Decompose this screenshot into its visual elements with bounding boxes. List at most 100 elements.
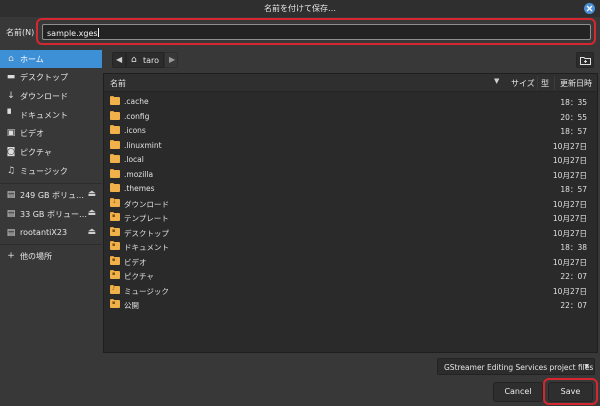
sidebar-item-videos[interactable]: ▣ ビデオ	[0, 124, 102, 142]
cancel-button[interactable]: Cancel	[493, 382, 543, 402]
file-row[interactable]: .icons 18：57	[104, 123, 597, 138]
file-row[interactable]: ↓ ダウンロード 10月27日	[104, 196, 597, 211]
title-bar: 名前を付けて保存…	[0, 0, 600, 17]
file-list[interactable]: 名前 ▼ サイズ 型 更新日時 .cache 18：35 .config 20：55.…	[103, 73, 598, 353]
file-row[interactable]: .linuxmint 10月27日	[104, 138, 597, 153]
sidebar-item-downloads[interactable]: ↓ ダウンロード	[0, 87, 102, 105]
file-name: .linuxmint	[124, 140, 162, 150]
file-row[interactable]: ▪ 公開 22：07	[104, 297, 597, 312]
folder-icon	[110, 168, 120, 178]
sidebar-item-label: 249 GB ボリュ…	[20, 191, 85, 200]
download-icon: ↓	[7, 91, 15, 101]
sidebar-item-label: 33 GB ボリュー…	[20, 210, 87, 219]
folder-icon	[110, 183, 120, 192]
file-name: テンプレート	[124, 214, 169, 223]
save-button[interactable]: Save	[548, 382, 593, 402]
filename-input[interactable]: sample.xges	[42, 24, 591, 40]
column-name[interactable]: 名前	[110, 78, 126, 89]
folder-icon	[110, 125, 120, 134]
file-row[interactable]: ▪ ビデオ 10月27日	[104, 254, 597, 269]
sidebar-item-volume-3[interactable]: ▤ rootantiX23 ⏏	[0, 224, 102, 242]
file-modified: 10月27日	[552, 170, 587, 180]
sidebar-item-volume-2[interactable]: ▤ 33 GB ボリュー… ⏏	[0, 205, 102, 223]
eject-icon[interactable]: ⏏	[87, 208, 96, 218]
file-row[interactable]: .themes 18：57	[104, 181, 597, 196]
filename-value: sample.xges	[47, 29, 98, 38]
sidebar-item-volume-1[interactable]: ▤ 249 GB ボリュ… ⏏	[0, 186, 102, 204]
sidebar-item-other-locations[interactable]: + 他の場所	[0, 247, 102, 265]
file-row[interactable]: ▪ テンプレート 10月27日	[104, 210, 597, 225]
file-list-header: 名前 ▼ サイズ 型 更新日時	[104, 74, 597, 92]
eject-icon[interactable]: ⏏	[87, 227, 96, 237]
file-name: デスクトップ	[124, 228, 169, 238]
file-name: .config	[124, 111, 150, 121]
filter-selected: GStreamer Editing Services project files	[444, 363, 594, 372]
chevron-left-icon: ◀	[116, 55, 123, 64]
sidebar-item-label: rootantiX23	[20, 228, 68, 237]
text-caret	[98, 28, 100, 37]
file-modified: 10月27日	[552, 228, 587, 238]
sidebar-item-label: ダウンロード	[20, 92, 68, 101]
folder-icon	[110, 154, 120, 163]
file-modified: 10月27日	[552, 214, 587, 223]
home-icon: ⌂	[131, 55, 137, 65]
plus-icon: +	[7, 251, 15, 261]
breadcrumb-home[interactable]: ⌂ taro	[126, 52, 164, 68]
sidebar-item-pictures[interactable]: ◙ ピクチャ	[0, 143, 102, 161]
sidebar-item-label: ミュージック	[20, 167, 68, 176]
file-row[interactable]: .mozilla 10月27日	[104, 167, 597, 182]
new-folder-icon	[580, 57, 591, 65]
file-name: ビデオ	[124, 257, 147, 267]
file-row[interactable]: ▪ ピクチャ 22：07	[104, 268, 597, 283]
chevron-right-icon: ▶	[169, 55, 176, 64]
eject-icon[interactable]: ⏏	[87, 189, 96, 199]
file-row[interactable]: ♪ ミュージック 10月27日	[104, 283, 597, 298]
chevron-down-icon: ▼	[584, 363, 589, 370]
file-row[interactable]: .local 10月27日	[104, 152, 597, 167]
column-modified[interactable]: 更新日時	[560, 78, 592, 89]
desktop-icon: ▬	[6, 72, 16, 82]
folder-icon	[110, 139, 120, 149]
sidebar-item-desktop[interactable]: ▬ デスクトップ	[0, 68, 102, 86]
file-row[interactable]: ▪ デスクトップ 10月27日	[104, 225, 597, 240]
file-row[interactable]: .config 20：55	[104, 109, 597, 124]
file-modified: 20：55	[560, 112, 587, 122]
column-type[interactable]: 型	[541, 78, 549, 89]
sidebar-item-home[interactable]: ⌂ ホーム	[0, 50, 102, 68]
drive-icon: ▤	[6, 228, 16, 238]
sidebar-item-music[interactable]: ♫ ミュージック	[0, 162, 102, 180]
file-modified: 10月27日	[552, 257, 587, 267]
folder-icon: ♪	[110, 284, 120, 294]
music-icon: ♫	[6, 166, 16, 176]
back-button[interactable]: ◀	[112, 52, 126, 68]
breadcrumb-label: taro	[143, 56, 160, 65]
file-type-filter[interactable]: GStreamer Editing Services project files…	[437, 358, 595, 375]
folder-icon: ↓	[110, 197, 120, 207]
column-size[interactable]: サイズ	[511, 78, 535, 89]
video-icon: ▣	[6, 128, 16, 138]
file-modified: 18：38	[560, 243, 587, 252]
file-name: ピクチャ	[124, 272, 154, 281]
sidebar-item-label: 他の場所	[20, 252, 52, 261]
close-icon[interactable]	[584, 3, 595, 14]
sidebar-item-documents[interactable]: ▘ ドキュメント	[0, 106, 102, 124]
drive-icon: ▤	[6, 209, 16, 219]
file-row[interactable]: ▪ ドキュメント 18：38	[104, 239, 597, 254]
places-sidebar: ⌂ ホーム ▬ デスクトップ ↓ ダウンロード ▘ ドキュメント ▣ ビデオ ◙…	[0, 48, 102, 352]
file-name: .local	[124, 155, 144, 164]
column-divider	[537, 76, 538, 90]
file-modified: 10月27日	[552, 141, 587, 151]
window-title: 名前を付けて保存…	[264, 4, 336, 13]
file-modified: 22：07	[560, 272, 587, 281]
new-folder-button[interactable]	[576, 52, 594, 68]
folder-icon	[110, 96, 120, 105]
file-row[interactable]: .cache 18：35	[104, 94, 597, 109]
file-name: ドキュメント	[124, 243, 169, 252]
file-name: .themes	[124, 184, 155, 193]
drive-icon: ▤	[6, 190, 16, 200]
file-name: .icons	[124, 126, 146, 135]
folder-icon: ▪	[110, 270, 120, 279]
forward-button[interactable]: ▶	[164, 52, 178, 68]
home-icon: ⌂	[8, 54, 14, 64]
sidebar-divider	[0, 244, 102, 245]
